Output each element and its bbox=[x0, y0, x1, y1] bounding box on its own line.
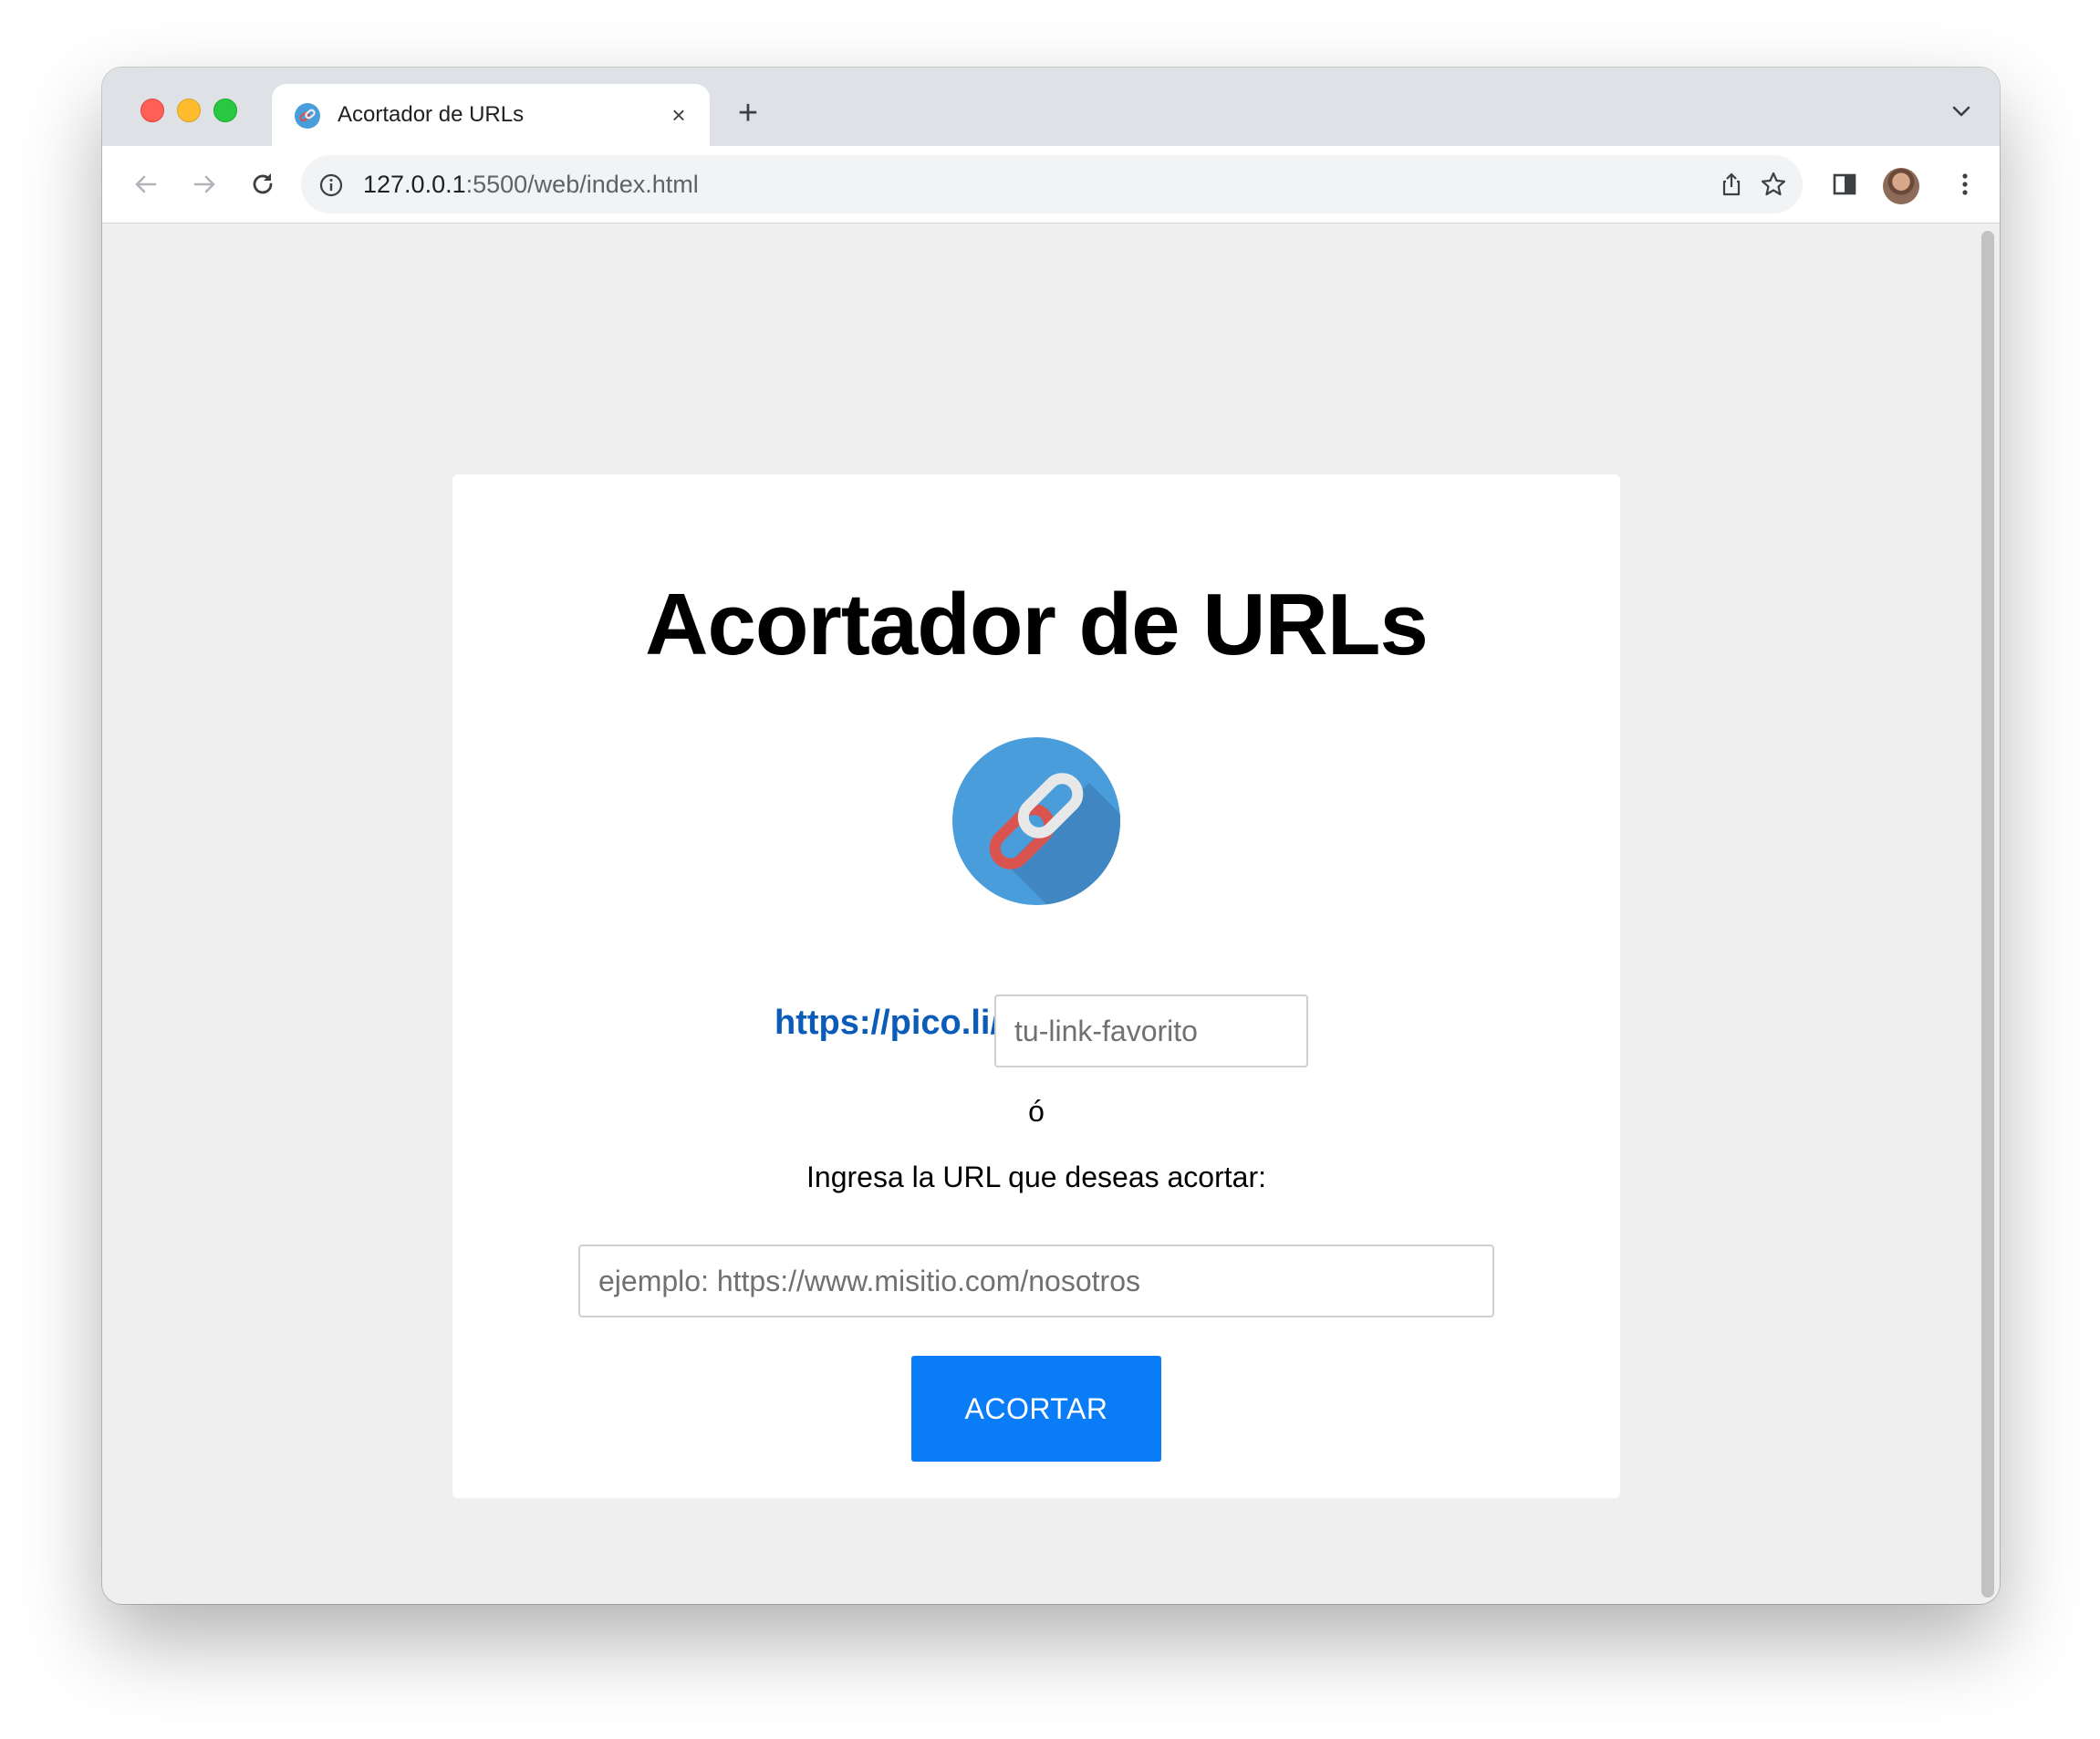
chevron-down-icon[interactable] bbox=[1949, 99, 1974, 124]
scrollbar[interactable] bbox=[1981, 231, 1994, 1598]
favicon-icon bbox=[295, 103, 320, 129]
shortener-card: Acortador de URLs https://pico.li/ ó Ing… bbox=[452, 474, 1620, 1498]
profile-avatar[interactable] bbox=[1883, 168, 1919, 204]
info-icon[interactable] bbox=[317, 172, 345, 199]
more-menu-icon[interactable] bbox=[1949, 168, 1981, 201]
maximize-window-button[interactable] bbox=[213, 99, 237, 122]
chain-link-icon bbox=[952, 737, 1120, 905]
share-icon[interactable] bbox=[1717, 170, 1746, 199]
or-separator: ó bbox=[1028, 1095, 1045, 1128]
reload-icon[interactable] bbox=[244, 166, 281, 203]
long-url-input[interactable] bbox=[578, 1244, 1494, 1317]
alias-input[interactable] bbox=[994, 994, 1308, 1067]
tab-title: Acortador de URLs bbox=[338, 102, 525, 127]
address-bar[interactable]: 127.0.0.1:5500/web/index.html bbox=[301, 155, 1803, 213]
browser-window: Acortador de URLs × + 127.0.0.1:5500/web… bbox=[102, 68, 2000, 1604]
forward-arrow-icon[interactable] bbox=[186, 166, 223, 203]
bookmark-star-icon[interactable] bbox=[1759, 170, 1788, 199]
tab-strip: Acortador de URLs × + bbox=[102, 68, 2000, 146]
url-text[interactable]: 127.0.0.1:5500/web/index.html bbox=[363, 171, 699, 199]
url-instruction-label: Ingresa la URL que deseas acortar: bbox=[806, 1161, 1266, 1193]
shorten-button[interactable]: ACORTAR bbox=[911, 1356, 1161, 1462]
new-tab-button[interactable]: + bbox=[730, 95, 766, 131]
browser-toolbar: 127.0.0.1:5500/web/index.html bbox=[102, 146, 2000, 224]
close-window-button[interactable] bbox=[140, 99, 164, 122]
page-viewport: Acortador de URLs https://pico.li/ ó Ing… bbox=[102, 224, 2000, 1604]
short-url-prefix: https://pico.li/ bbox=[775, 1004, 1000, 1042]
side-panel-icon[interactable] bbox=[1828, 168, 1861, 201]
back-arrow-icon[interactable] bbox=[128, 166, 164, 203]
active-tab[interactable]: Acortador de URLs × bbox=[272, 84, 710, 146]
minimize-window-button[interactable] bbox=[177, 99, 201, 122]
close-tab-icon[interactable]: × bbox=[664, 100, 693, 130]
page-title: Acortador de URLs bbox=[645, 576, 1429, 673]
